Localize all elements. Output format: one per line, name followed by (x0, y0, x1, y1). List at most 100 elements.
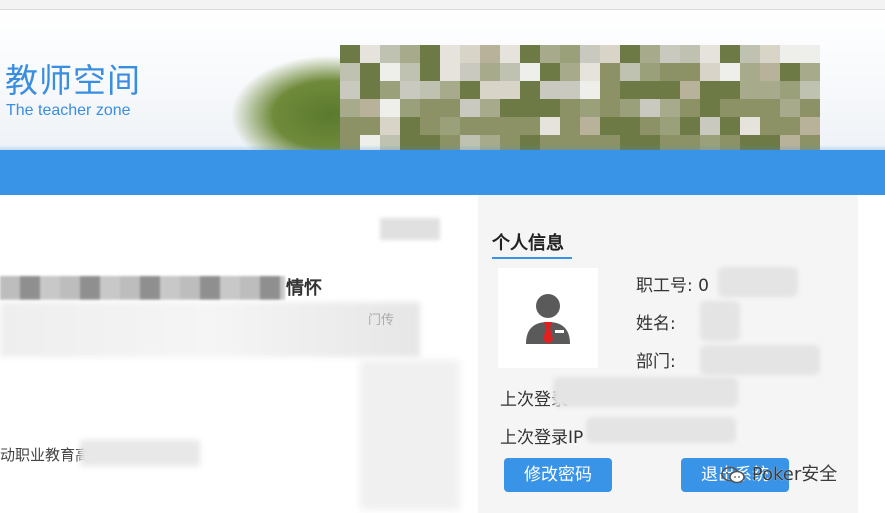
mosaic-tile (800, 81, 820, 99)
mosaic-tile (580, 81, 600, 99)
mosaic-tile (400, 99, 420, 117)
mosaic-tile (420, 45, 440, 63)
mosaic-tile (460, 99, 480, 117)
staff-id-row: 职工号: 0 (636, 271, 709, 296)
mosaic-tile (440, 99, 460, 117)
mosaic-tile (500, 117, 520, 135)
mosaic-tile (520, 99, 540, 117)
mosaic-tile (800, 117, 820, 135)
mosaic-tile (800, 45, 820, 63)
article-title[interactable]: 情怀 (0, 268, 460, 306)
blurred-staff-id (718, 267, 798, 297)
blurred-block (360, 360, 460, 510)
mosaic-tile (420, 63, 440, 81)
mosaic-tile (660, 63, 680, 81)
mosaic-tile (540, 99, 560, 117)
mosaic-tile (580, 99, 600, 117)
mosaic-tile (480, 81, 500, 99)
mosaic-tile (580, 63, 600, 81)
mosaic-tile (760, 45, 780, 63)
mosaic-tile (620, 99, 640, 117)
mosaic-tile (600, 45, 620, 63)
staff-id-label: 职工号: (636, 276, 693, 296)
mosaic-tile (340, 99, 360, 117)
mosaic-tile (620, 81, 640, 99)
mosaic-tile (680, 63, 700, 81)
mosaic-tile (600, 81, 620, 99)
watermark-text: Poker安全 (751, 464, 838, 485)
mosaic-tile (620, 117, 640, 135)
mosaic-tile (600, 117, 620, 135)
mosaic-tile (720, 81, 740, 99)
mosaic-tile (620, 45, 640, 63)
profile-heading: 个人信息 (492, 233, 564, 254)
mosaic-tile (460, 117, 480, 135)
mosaic-tile (660, 81, 680, 99)
mosaic-tile (760, 63, 780, 81)
last-login-ip-label: 上次登录IP (500, 428, 584, 448)
mosaic-tile (520, 81, 540, 99)
mosaic-tile (700, 45, 720, 63)
mosaic-tile (400, 117, 420, 135)
site-subtitle: The teacher zone (6, 102, 131, 119)
mosaic-tile (600, 63, 620, 81)
mosaic-tile (360, 81, 380, 99)
mosaic-tile (560, 45, 580, 63)
mosaic-tile (540, 63, 560, 81)
blurred-dept (700, 345, 820, 375)
mosaic-tile (440, 81, 460, 99)
mosaic-tile (640, 63, 660, 81)
mosaic-tile (500, 63, 520, 81)
mosaic-tile (420, 81, 440, 99)
name-row: 姓名: (636, 309, 676, 334)
mosaic-tile (520, 63, 540, 81)
mosaic-tile (380, 99, 400, 117)
mosaic-tile (340, 45, 360, 63)
mosaic-tile (760, 117, 780, 135)
mosaic-tile (740, 117, 760, 135)
mosaic-tile (740, 99, 760, 117)
mosaic-tile (700, 63, 720, 81)
avatar (498, 268, 598, 368)
mosaic-tile (360, 99, 380, 117)
banner-pixelated-image (340, 45, 820, 150)
mosaic-tile (640, 99, 660, 117)
mosaic-tile (700, 81, 720, 99)
site-title: 教师空间 (5, 61, 141, 100)
mosaic-tile (500, 45, 520, 63)
change-password-button[interactable]: 修改密码 (504, 458, 612, 492)
mosaic-tile (800, 99, 820, 117)
mosaic-tile (360, 63, 380, 81)
mosaic-tile (780, 63, 800, 81)
mosaic-tile (440, 45, 460, 63)
name-label: 姓名: (636, 314, 676, 334)
mosaic-tile (680, 99, 700, 117)
mosaic-tile (360, 117, 380, 135)
mosaic-tile (720, 99, 740, 117)
mosaic-tile (660, 117, 680, 135)
article-line[interactable]: 动职业教育高 (0, 438, 200, 468)
user-avatar-icon (526, 294, 570, 344)
browser-top-strip (0, 0, 885, 10)
mosaic-tile (640, 45, 660, 63)
mosaic-tile (580, 117, 600, 135)
blurred-last-login-ip (586, 417, 736, 443)
mosaic-tile (380, 45, 400, 63)
mosaic-tile (480, 63, 500, 81)
mosaic-tile (700, 99, 720, 117)
mosaic-tile (360, 45, 380, 63)
mosaic-tile (740, 45, 760, 63)
mosaic-tile (560, 63, 580, 81)
mosaic-tile (520, 117, 540, 135)
mosaic-tile (780, 99, 800, 117)
mosaic-tile (720, 117, 740, 135)
mosaic-tile (620, 63, 640, 81)
mosaic-tile (420, 99, 440, 117)
mosaic-tile (680, 45, 700, 63)
mosaic-tile (440, 63, 460, 81)
heading-underline (492, 257, 572, 259)
mosaic-tile (780, 81, 800, 99)
nav-bar (0, 150, 885, 195)
article-meta-fragment: 门传 (368, 313, 395, 328)
mosaic-tile (720, 45, 740, 63)
